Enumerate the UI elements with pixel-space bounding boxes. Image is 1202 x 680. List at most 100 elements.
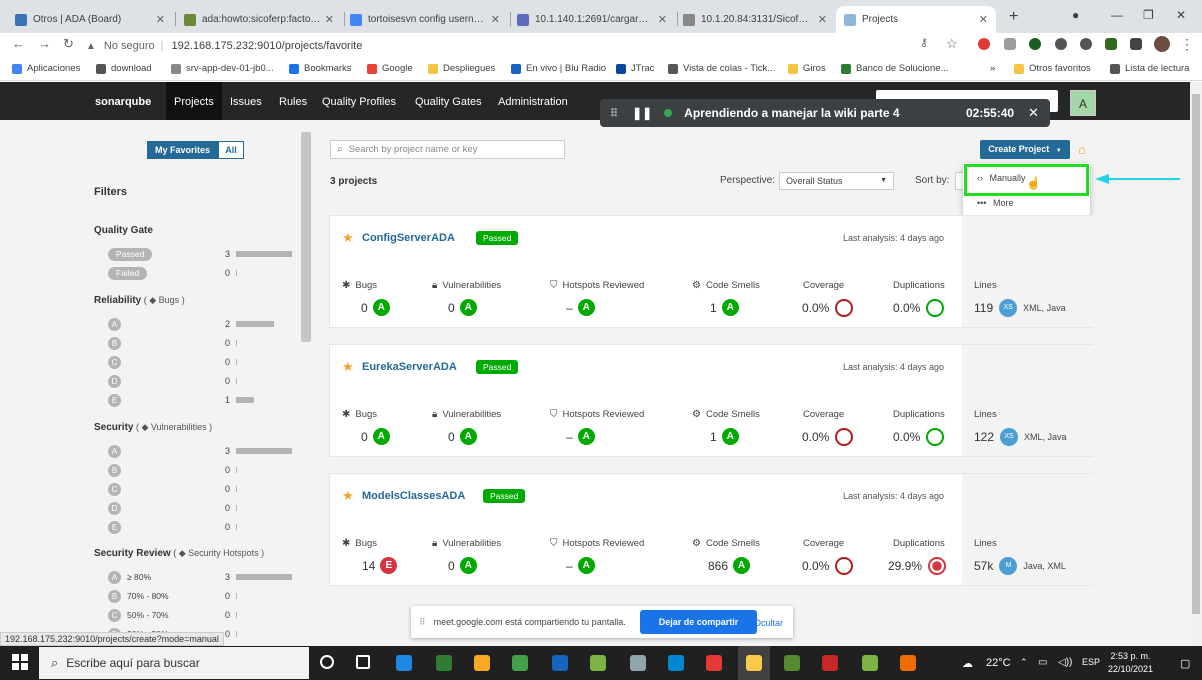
favorite-star-icon[interactable]: ★: [342, 359, 354, 375]
url-field[interactable]: ▲ No seguro | 192.168.175.232:9010/proje…: [86, 36, 966, 56]
bookmark-item[interactable]: Bookmarks: [289, 63, 352, 74]
project-name-link[interactable]: ModelsClassesADA: [362, 490, 465, 502]
clock[interactable]: 2:53 p. m. 22/10/2021: [1108, 650, 1153, 676]
bookmark-item[interactable]: Google: [367, 63, 413, 74]
bookmark-item[interactable]: Vista de colas - Tick...: [668, 63, 775, 74]
close-tab-icon[interactable]: ✕: [979, 13, 988, 26]
windows-start-icon[interactable]: [12, 654, 28, 670]
metric-value-vulns[interactable]: 0A: [448, 428, 477, 445]
metric-value-smells[interactable]: 1A: [710, 428, 739, 445]
maximize-icon[interactable]: ❐: [1143, 8, 1154, 22]
app-icon[interactable]: [822, 655, 838, 671]
bookmark-item[interactable]: download: [96, 63, 152, 74]
menu-icon[interactable]: ⋮: [1180, 36, 1194, 53]
puzzle-icon[interactable]: [1130, 38, 1142, 50]
sonarqube-logo[interactable]: sonarqube: [95, 96, 151, 108]
metric-value-hotspots[interactable]: – A: [566, 557, 595, 574]
filter-option[interactable]: B0: [108, 463, 288, 477]
close-tab-icon[interactable]: ✕: [325, 13, 334, 26]
filter-option[interactable]: Failed 0: [108, 266, 288, 280]
bookmark-item[interactable]: Giros: [788, 63, 826, 74]
tray-chevron-icon[interactable]: ⌃: [1020, 657, 1028, 668]
drag-handle-icon[interactable]: ⠿: [419, 617, 426, 628]
filter-option[interactable]: E0: [108, 520, 288, 534]
filter-option[interactable]: Passed 3: [108, 247, 292, 261]
nav-quality-gates[interactable]: Quality Gates: [415, 96, 482, 108]
nav-rules[interactable]: Rules: [279, 96, 307, 108]
language-indicator[interactable]: ESP: [1082, 657, 1100, 667]
filter-option[interactable]: B 70% - 80% 0: [108, 589, 288, 603]
close-tab-icon[interactable]: ✕: [658, 13, 667, 26]
metric-value-lines[interactable]: 119 XS XML, Java: [974, 299, 1066, 317]
extension-icon[interactable]: [1055, 38, 1067, 50]
avatar[interactable]: A: [1070, 90, 1096, 116]
close-tab-icon[interactable]: ✕: [156, 13, 165, 26]
metric-value-hotspots[interactable]: – A: [566, 299, 595, 316]
app-icon[interactable]: [590, 655, 606, 671]
app-icon[interactable]: [862, 655, 878, 671]
browser-tab[interactable]: tortoisesvn config username... ✕: [342, 6, 508, 33]
metric-value-hotspots[interactable]: – A: [566, 428, 595, 445]
weather-icon[interactable]: ☁: [962, 657, 973, 670]
profile-avatar-icon[interactable]: [1154, 36, 1170, 52]
browser-tab[interactable]: 10.1.20.84:3131/SicofMobil... ✕: [675, 6, 835, 33]
app-icon[interactable]: [512, 655, 528, 671]
my-favorites-toggle[interactable]: My Favorites: [147, 141, 218, 159]
metric-value-bugs[interactable]: 0A: [361, 299, 390, 316]
metric-value-bugs[interactable]: 0A: [361, 428, 390, 445]
favorite-star-icon[interactable]: ★: [342, 488, 354, 504]
extension-icon[interactable]: [1029, 38, 1041, 50]
filter-option[interactable]: C0: [108, 482, 288, 496]
close-icon[interactable]: ✕: [1028, 105, 1039, 121]
metric-value-vulns[interactable]: 0A: [448, 299, 477, 316]
stop-sharing-button[interactable]: Dejar de compartir: [640, 610, 757, 634]
metric-value-dups[interactable]: 0.0%: [893, 428, 945, 446]
profile-icon[interactable]: ●: [1072, 8, 1079, 22]
nav-projects[interactable]: Projects: [174, 96, 214, 108]
bookmark-item[interactable]: Lista de lectura: [1110, 63, 1189, 74]
app-icon[interactable]: [784, 655, 800, 671]
filter-option[interactable]: A ≥ 80% 3: [108, 570, 292, 584]
bookmark-item[interactable]: Aplicaciones: [12, 63, 80, 74]
filter-option[interactable]: D0: [108, 501, 288, 515]
metric-value-lines[interactable]: 57k M Java, XML: [974, 557, 1066, 575]
nav-administration[interactable]: Administration: [498, 96, 568, 108]
metric-value-coverage[interactable]: 0.0%: [802, 428, 854, 446]
browser-tab[interactable]: 10.1.140.1:2691/cargarArch... ✕: [509, 6, 675, 33]
forward-icon[interactable]: →: [38, 36, 51, 51]
filter-option[interactable]: B0: [108, 336, 288, 350]
cortana-icon[interactable]: [320, 655, 334, 669]
metric-value-vulns[interactable]: 0A: [448, 557, 477, 574]
bookmark-star-icon[interactable]: ☆: [946, 36, 958, 52]
favorite-star-icon[interactable]: ★: [342, 230, 354, 246]
create-project-button[interactable]: Create Project ▼: [980, 140, 1070, 159]
skype-icon[interactable]: [668, 655, 684, 671]
metric-value-smells[interactable]: 866 A: [708, 557, 751, 574]
taskbar-search[interactable]: ⌕ Escribe aquí para buscar: [39, 647, 309, 679]
perspective-select[interactable]: Overall Status ▼: [779, 172, 894, 190]
app-icon[interactable]: [436, 655, 452, 671]
page-scrollbar[interactable]: [1190, 82, 1202, 648]
filter-option[interactable]: C0: [108, 355, 288, 369]
metric-value-dups[interactable]: 29.9%: [888, 557, 947, 575]
network-icon[interactable]: ▭: [1038, 657, 1047, 668]
project-name-link[interactable]: ConfigServerADA: [362, 232, 455, 244]
task-view-icon[interactable]: [356, 655, 370, 669]
extension-icon[interactable]: [1080, 38, 1092, 50]
all-toggle[interactable]: All: [218, 141, 244, 159]
back-icon[interactable]: ←: [12, 36, 25, 51]
close-tab-icon[interactable]: ✕: [491, 13, 500, 26]
filter-option[interactable]: E1: [108, 393, 288, 407]
bookmark-item[interactable]: Despliegues: [428, 63, 495, 74]
app-icon[interactable]: [630, 655, 646, 671]
bookmark-item[interactable]: srv-app-dev-01-jb0...: [171, 63, 274, 74]
sidebar-scrollbar[interactable]: [301, 132, 311, 342]
outlook-icon[interactable]: [552, 655, 568, 671]
volume-icon[interactable]: ◁)): [1058, 657, 1072, 668]
bookmark-item[interactable]: Banco de Solucione...: [841, 63, 948, 74]
metric-value-lines[interactable]: 122 XS XML, Java: [974, 428, 1067, 446]
close-tab-icon[interactable]: ✕: [818, 13, 827, 26]
edge-icon[interactable]: [396, 655, 412, 671]
filter-option[interactable]: A3: [108, 444, 292, 458]
metric-value-coverage[interactable]: 0.0%: [802, 557, 854, 575]
